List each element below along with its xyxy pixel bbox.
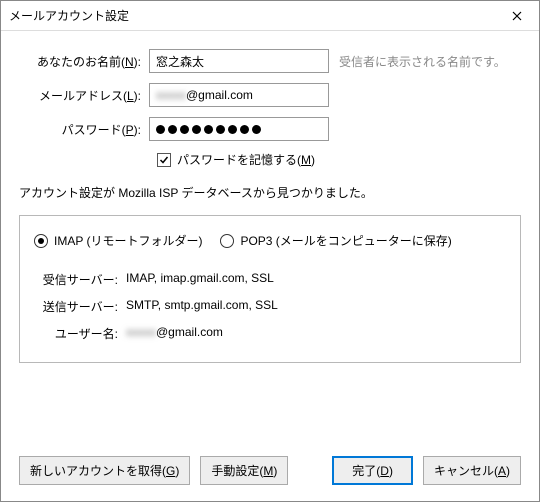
manual-config-button[interactable]: 手動設定(M) — [200, 456, 288, 485]
dialog-window: メールアカウント設定 あなたのお名前(N): 受信者に表示される名前です。 メー… — [0, 0, 540, 502]
outgoing-label: 送信サーバー: — [34, 298, 126, 315]
status-message: アカウント設定が Mozilla ISP データベースから見つかりました。 — [19, 184, 521, 201]
email-row: メールアドレス(L): xxxxx@gmail.com — [19, 83, 521, 107]
remember-checkbox[interactable] — [157, 153, 171, 167]
remember-label: パスワードを記憶する(M) — [177, 151, 315, 168]
name-row: あなたのお名前(N): 受信者に表示される名前です。 — [19, 49, 521, 73]
incoming-label: 受信サーバー: — [34, 271, 126, 288]
name-label: あなたのお名前(N): — [19, 53, 149, 70]
email-input[interactable]: xxxxx@gmail.com — [149, 83, 329, 107]
remember-row: パスワードを記憶する(M) — [157, 151, 521, 168]
radio-icon — [220, 234, 234, 248]
username-row: ユーザー名: xxxxx@gmail.com — [34, 325, 506, 342]
incoming-row: 受信サーバー: IMAP, imap.gmail.com, SSL — [34, 271, 506, 288]
outgoing-value: SMTP, smtp.gmail.com, SSL — [126, 298, 506, 315]
email-label: メールアドレス(L): — [19, 87, 149, 104]
content-area: あなたのお名前(N): 受信者に表示される名前です。 メールアドレス(L): x… — [1, 31, 539, 456]
server-box: IMAP (リモートフォルダー) POP3 (メールをコンピューターに保存) 受… — [19, 215, 521, 363]
imap-radio[interactable]: IMAP (リモートフォルダー) — [34, 232, 202, 249]
password-label: パスワード(P): — [19, 121, 149, 138]
titlebar: メールアカウント設定 — [1, 1, 539, 31]
protocol-radio-group: IMAP (リモートフォルダー) POP3 (メールをコンピューターに保存) — [34, 232, 506, 249]
get-new-account-button[interactable]: 新しいアカウントを取得(G) — [19, 456, 190, 485]
close-icon — [512, 11, 522, 21]
name-hint: 受信者に表示される名前です。 — [339, 53, 506, 70]
check-icon — [159, 155, 169, 165]
done-button[interactable]: 完了(D) — [332, 456, 413, 485]
cancel-button[interactable]: キャンセル(A) — [423, 456, 521, 485]
username-label: ユーザー名: — [34, 325, 126, 342]
pop3-radio[interactable]: POP3 (メールをコンピューターに保存) — [220, 232, 451, 249]
window-title: メールアカウント設定 — [9, 7, 495, 24]
close-button[interactable] — [495, 1, 539, 31]
incoming-value: IMAP, imap.gmail.com, SSL — [126, 271, 506, 288]
name-input[interactable] — [149, 49, 329, 73]
outgoing-row: 送信サーバー: SMTP, smtp.gmail.com, SSL — [34, 298, 506, 315]
button-row: 新しいアカウントを取得(G) 手動設定(M) 完了(D) キャンセル(A) — [1, 456, 539, 501]
username-value: xxxxx@gmail.com — [126, 325, 506, 342]
password-input[interactable] — [149, 117, 329, 141]
password-row: パスワード(P): — [19, 117, 521, 141]
radio-icon — [34, 234, 48, 248]
